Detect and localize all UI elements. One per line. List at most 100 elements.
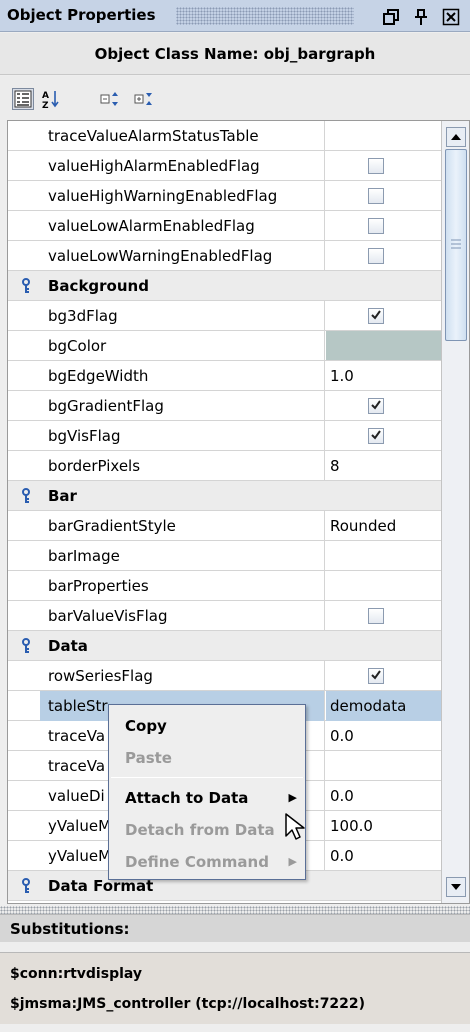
property-value[interactable]: 8 xyxy=(326,451,441,481)
categorized-view-icon[interactable] xyxy=(12,88,34,110)
menu-item-label: Attach to Data xyxy=(125,789,249,807)
close-icon[interactable] xyxy=(440,6,462,28)
sort-alphabetical-icon[interactable]: AZ xyxy=(40,88,62,110)
property-value[interactable]: demodata xyxy=(326,691,441,721)
checkbox-unchecked[interactable] xyxy=(368,218,384,234)
property-name: rowSeriesFlag xyxy=(40,661,325,691)
menu-item-define-command: Define Command ▶ xyxy=(109,849,305,875)
property-row[interactable]: valueLowAlarmEnabledFlag xyxy=(8,211,441,241)
property-name: bgGradientFlag xyxy=(40,391,325,421)
property-row[interactable]: valueLowWarningEnabledFlag xyxy=(8,241,441,271)
property-name: borderPixels xyxy=(40,451,325,481)
property-row[interactable]: traceValueAlarmStatusTable xyxy=(8,121,441,151)
category-row[interactable]: Bar xyxy=(8,481,441,511)
property-row[interactable]: bgEdgeWidth 1.0 xyxy=(8,361,441,391)
substitutions-label: Substitutions: xyxy=(0,914,470,942)
substitution-line: $conn:rtvdisplay xyxy=(10,966,143,982)
property-value[interactable] xyxy=(326,571,441,601)
checkbox-unchecked[interactable] xyxy=(368,188,384,204)
property-name: bg3dFlag xyxy=(40,301,325,331)
property-row[interactable]: rowSeriesFlag xyxy=(8,661,441,691)
substitutions-list[interactable]: $conn:rtvdisplay $jmsma:JMS_controller (… xyxy=(0,952,470,1024)
arrow-up-icon xyxy=(451,134,461,140)
category-key-icon[interactable] xyxy=(20,488,32,504)
scroll-thumb[interactable] xyxy=(445,149,467,341)
property-row[interactable]: borderPixels 8 xyxy=(8,451,441,481)
checkbox-checked[interactable] xyxy=(368,428,384,444)
scroll-up-button[interactable] xyxy=(446,127,466,147)
property-value[interactable] xyxy=(326,121,441,151)
property-value[interactable]: 0.0 xyxy=(326,841,441,871)
property-toolbar: AZ xyxy=(0,76,470,120)
property-name: traceValueAlarmStatusTable xyxy=(40,121,325,151)
property-value[interactable]: Rounded xyxy=(326,511,441,541)
checkbox-checked[interactable] xyxy=(368,398,384,414)
category-row[interactable]: Background xyxy=(8,271,441,301)
property-value[interactable]: 100.0 xyxy=(326,811,441,841)
menu-item-copy[interactable]: Copy xyxy=(109,713,305,739)
property-name: valueLowAlarmEnabledFlag xyxy=(40,211,325,241)
submenu-arrow-icon: ▶ xyxy=(288,855,297,868)
property-row[interactable]: valueHighWarningEnabledFlag xyxy=(8,181,441,211)
property-name: barProperties xyxy=(40,571,325,601)
menu-item-paste: Paste xyxy=(109,745,305,771)
category-row[interactable]: Data xyxy=(8,631,441,661)
property-value[interactable]: 1.0 xyxy=(326,361,441,391)
arrow-down-icon xyxy=(451,884,461,890)
menu-item-label: Define Command xyxy=(125,853,269,871)
svg-text:A: A xyxy=(42,91,49,101)
pin-icon[interactable] xyxy=(410,6,432,28)
property-value[interactable]: 0.0 xyxy=(326,721,441,751)
panel-splitter[interactable] xyxy=(0,906,470,914)
property-name: bgColor xyxy=(40,331,325,361)
title-bar[interactable]: Object Properties xyxy=(0,0,470,32)
category-label: Bar xyxy=(48,487,77,505)
property-row[interactable]: barProperties xyxy=(8,571,441,601)
checkbox-unchecked[interactable] xyxy=(368,158,384,174)
restore-icon[interactable] xyxy=(380,6,402,28)
property-row[interactable]: bg3dFlag xyxy=(8,301,441,331)
category-label: Data xyxy=(48,637,88,655)
checkmark-icon xyxy=(371,430,381,440)
property-row[interactable]: barValueVisFlag xyxy=(8,601,441,631)
checkmark-icon xyxy=(371,310,381,320)
property-value[interactable]: 0.0 xyxy=(326,781,441,811)
property-row[interactable]: valueHighAlarmEnabledFlag xyxy=(8,151,441,181)
color-swatch[interactable] xyxy=(326,331,441,360)
property-row[interactable]: bgGradientFlag xyxy=(8,391,441,421)
checkbox-checked[interactable] xyxy=(368,308,384,324)
collapse-all-icon[interactable] xyxy=(134,88,156,110)
checkbox-unchecked[interactable] xyxy=(368,248,384,264)
property-name: bgVisFlag xyxy=(40,421,325,451)
property-row[interactable]: bgColor xyxy=(8,331,441,361)
property-row[interactable]: barImage xyxy=(8,541,441,571)
submenu-arrow-icon: ▶ xyxy=(288,791,297,804)
object-class-name: Object Class Name: obj_bargraph xyxy=(0,33,470,75)
menu-item-detach-from-data: Detach from Data xyxy=(109,817,305,843)
mouse-cursor-icon xyxy=(285,813,305,840)
menu-item-label: Paste xyxy=(125,749,172,767)
checkbox-unchecked[interactable] xyxy=(368,608,384,624)
category-key-icon[interactable] xyxy=(20,638,32,654)
vertical-scrollbar[interactable] xyxy=(441,121,469,903)
svg-text:Z: Z xyxy=(42,101,49,109)
menu-separator xyxy=(111,777,303,778)
panel-title: Object Properties xyxy=(7,6,156,24)
property-name: bgEdgeWidth xyxy=(40,361,325,391)
grip-lines-icon xyxy=(451,239,461,249)
property-row[interactable]: bgVisFlag xyxy=(8,421,441,451)
expand-all-icon[interactable] xyxy=(100,88,122,110)
property-value[interactable] xyxy=(326,751,441,781)
scroll-down-button[interactable] xyxy=(446,877,466,897)
property-row[interactable]: barGradientStyle Rounded xyxy=(8,511,441,541)
drag-grip[interactable] xyxy=(176,7,354,25)
property-value[interactable] xyxy=(326,541,441,571)
property-name: barGradientStyle xyxy=(40,511,325,541)
checkbox-checked[interactable] xyxy=(368,668,384,684)
category-key-icon[interactable] xyxy=(20,278,32,294)
property-name: barValueVisFlag xyxy=(40,601,325,631)
category-key-icon[interactable] xyxy=(20,878,32,894)
menu-item-attach-to-data[interactable]: Attach to Data ▶ xyxy=(109,785,305,811)
menu-item-label: Copy xyxy=(125,717,167,735)
checkmark-icon xyxy=(371,400,381,410)
